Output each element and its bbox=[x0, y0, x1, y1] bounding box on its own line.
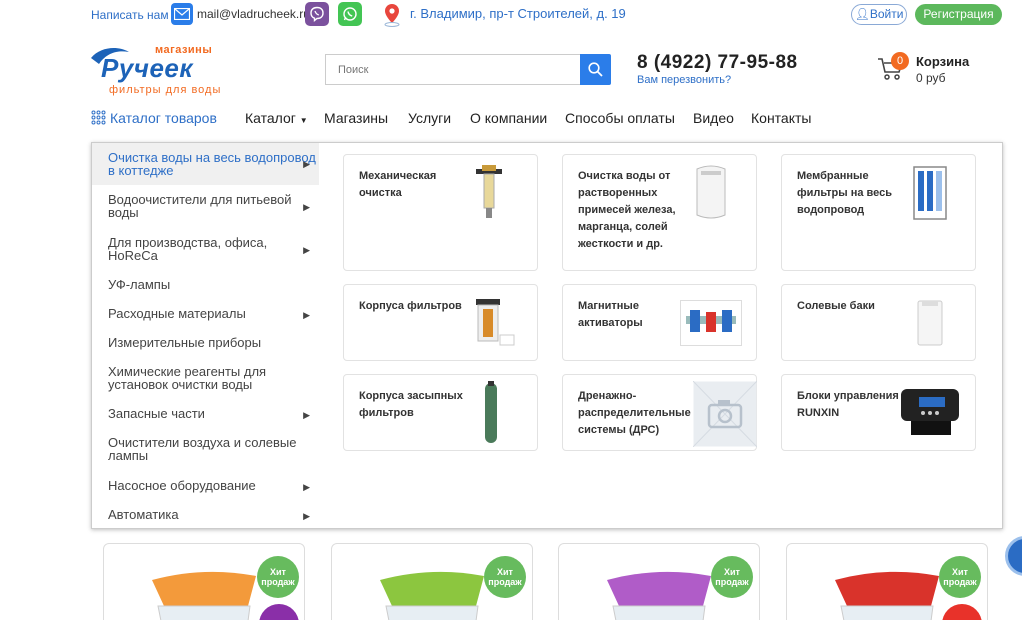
nav-catalog-label: Каталог bbox=[245, 110, 296, 126]
nav-video[interactable]: Видео bbox=[693, 110, 734, 126]
menu-item-drinking[interactable]: Водоочистители для питьевой воды ▶ bbox=[92, 193, 319, 219]
chevron-right-icon: ▶ bbox=[303, 482, 310, 492]
menu-item-consumables[interactable]: Расходные материалы ▶ bbox=[92, 307, 319, 320]
filter-housing-image bbox=[476, 299, 515, 346]
nav-shops[interactable]: Магазины bbox=[324, 110, 388, 126]
category-label: Очистка воды от растворенных примесей же… bbox=[578, 170, 676, 250]
callback-link[interactable]: Вам перезвонить? bbox=[637, 74, 731, 86]
cart-title[interactable]: Корзина bbox=[916, 54, 969, 69]
menu-item-uv[interactable]: УФ-лампы bbox=[92, 278, 319, 291]
menu-item-pumps[interactable]: Насосное оборудование ▶ bbox=[92, 479, 319, 492]
nav-about[interactable]: О компании bbox=[470, 110, 547, 126]
bestseller-badge: Хит продаж bbox=[257, 556, 299, 598]
menu-item-air[interactable]: Очистители воздуха и солевые лампы bbox=[92, 436, 319, 462]
nav-catalog[interactable]: Каталог ▼ bbox=[245, 110, 308, 126]
filter-pitcher-image bbox=[607, 571, 711, 620]
caret-down-icon: ▼ bbox=[299, 116, 308, 125]
category-card[interactable]: Мембранные фильтры на весь водопровод bbox=[781, 154, 976, 271]
filter-pitcher-image bbox=[835, 571, 939, 620]
bestseller-badge: Хит продаж bbox=[711, 556, 753, 598]
menu-item-horeca[interactable]: Для производства, офиса, HoReCa ▶ bbox=[92, 236, 319, 262]
camera-placeholder-icon bbox=[693, 381, 757, 447]
control-valve-image bbox=[901, 389, 959, 435]
menu-item-label: Расходные материалы bbox=[108, 306, 246, 321]
chevron-right-icon: ▶ bbox=[303, 245, 310, 255]
menu-item-label: Автоматика bbox=[108, 507, 179, 522]
search-button[interactable] bbox=[580, 54, 611, 85]
category-card[interactable]: Дренажно-распределительные системы (ДРС) bbox=[562, 374, 757, 451]
search-input[interactable] bbox=[325, 54, 580, 85]
main-nav: Каталог товаров Каталог ▼ Магазины Услуг… bbox=[0, 108, 1022, 130]
filter-pitcher-image bbox=[152, 571, 256, 620]
category-card[interactable]: Корпуса засыпных фильтров bbox=[343, 374, 538, 451]
menu-item-reagents[interactable]: Химические реагенты для установок очистк… bbox=[92, 365, 319, 391]
logo-tagline: фильтры для воды bbox=[109, 84, 222, 96]
catalog-dropdown: Очистка воды на весь водопровод в коттед… bbox=[91, 142, 1003, 529]
mechanical-filter-image bbox=[476, 165, 502, 218]
menu-item-automation[interactable]: Автоматика ▶ bbox=[92, 508, 319, 521]
category-card[interactable]: Очистка воды от растворенных примесей же… bbox=[562, 154, 757, 271]
category-label: Корпуса фильтров bbox=[359, 300, 462, 312]
menu-item-label: Запасные части bbox=[108, 406, 205, 421]
category-card[interactable]: Солевые баки bbox=[781, 284, 976, 361]
menu-item-instruments[interactable]: Измерительные приборы bbox=[92, 336, 319, 349]
login-button[interactable]: 👤︎Войти bbox=[851, 4, 907, 25]
menu-item-spare-parts[interactable]: Запасные части ▶ bbox=[92, 407, 319, 420]
menu-item-label: Для производства, офиса, HoReCa bbox=[108, 235, 268, 263]
login-label: Войти bbox=[869, 7, 904, 21]
category-card[interactable]: Блоки управления RUNXIN bbox=[781, 374, 976, 451]
category-label: Дренажно-распределительные системы (ДРС) bbox=[578, 390, 691, 436]
cart-count-badge: 0 bbox=[891, 52, 909, 70]
write-us-link[interactable]: Написать нам bbox=[91, 8, 169, 22]
cart-sum: 0 руб bbox=[916, 71, 946, 85]
phone-number[interactable]: 8 (4922) 77-95-88 bbox=[637, 52, 798, 74]
bestseller-badge: Хит продаж bbox=[484, 556, 526, 598]
magnetic-activators-image bbox=[680, 300, 742, 346]
user-icon: 👤︎ bbox=[854, 7, 870, 21]
filter-pitcher-image bbox=[380, 571, 484, 620]
address-link[interactable]: г. Владимир, пр-т Строителей, д. 19 bbox=[410, 6, 626, 21]
whatsapp-icon[interactable] bbox=[338, 2, 362, 26]
media-tank-image bbox=[485, 381, 497, 443]
mail-icon[interactable] bbox=[171, 3, 193, 25]
floating-action-button[interactable] bbox=[1005, 536, 1022, 576]
category-card[interactable]: Магнитные активаторы bbox=[562, 284, 757, 361]
salt-tank-image bbox=[917, 300, 943, 346]
top-bar: Написать нам mail@vladrucheek.ru г. Влад… bbox=[0, 0, 1022, 30]
bestseller-badge: Хит продаж bbox=[939, 556, 981, 598]
nav-contacts[interactable]: Контакты bbox=[751, 110, 811, 126]
softener-cabinet-image bbox=[696, 165, 726, 219]
membrane-system-image bbox=[913, 166, 947, 220]
chevron-right-icon: ▶ bbox=[303, 410, 310, 420]
menu-item-label: Очистка воды на весь водопровод в коттед… bbox=[108, 150, 316, 178]
map-pin-icon bbox=[382, 3, 402, 32]
nav-services[interactable]: Услуги bbox=[408, 110, 451, 126]
category-label: Солевые баки bbox=[797, 300, 875, 312]
chevron-right-icon: ▶ bbox=[303, 310, 310, 320]
chevron-right-icon: ▶ bbox=[303, 159, 310, 169]
category-card[interactable]: Механическая очистка bbox=[343, 154, 538, 271]
category-label: Мембранные фильтры на весь водопровод bbox=[797, 170, 893, 216]
catalog-products-label: Каталог товаров bbox=[110, 110, 217, 126]
category-label: Механическая очистка bbox=[359, 170, 437, 199]
menu-item-label: Водоочистители для питьевой воды bbox=[108, 192, 292, 220]
nav-payment[interactable]: Способы оплаты bbox=[565, 110, 675, 126]
search-icon bbox=[588, 62, 603, 77]
grid-icon bbox=[91, 110, 106, 125]
catalog-products-link[interactable]: Каталог товаров bbox=[91, 110, 217, 126]
category-label: Блоки управления RUNXIN bbox=[797, 390, 899, 419]
email-link[interactable]: mail@vladrucheek.ru bbox=[197, 7, 310, 21]
category-card[interactable]: Корпуса фильтров bbox=[343, 284, 538, 361]
viber-icon[interactable] bbox=[305, 2, 329, 26]
chevron-right-icon: ▶ bbox=[303, 511, 310, 521]
category-label: Магнитные активаторы bbox=[578, 300, 643, 329]
logo-name: Ручеек bbox=[101, 53, 194, 83]
register-button[interactable]: Регистрация bbox=[915, 4, 1002, 25]
category-label: Корпуса засыпных фильтров bbox=[359, 390, 463, 419]
menu-item-label: Насосное оборудование bbox=[108, 478, 256, 493]
logo[interactable]: магазины Ручеек фильтры для воды bbox=[89, 40, 229, 98]
chevron-right-icon: ▶ bbox=[303, 202, 310, 212]
menu-item-whole-house[interactable]: Очистка воды на весь водопровод в коттед… bbox=[92, 143, 319, 185]
